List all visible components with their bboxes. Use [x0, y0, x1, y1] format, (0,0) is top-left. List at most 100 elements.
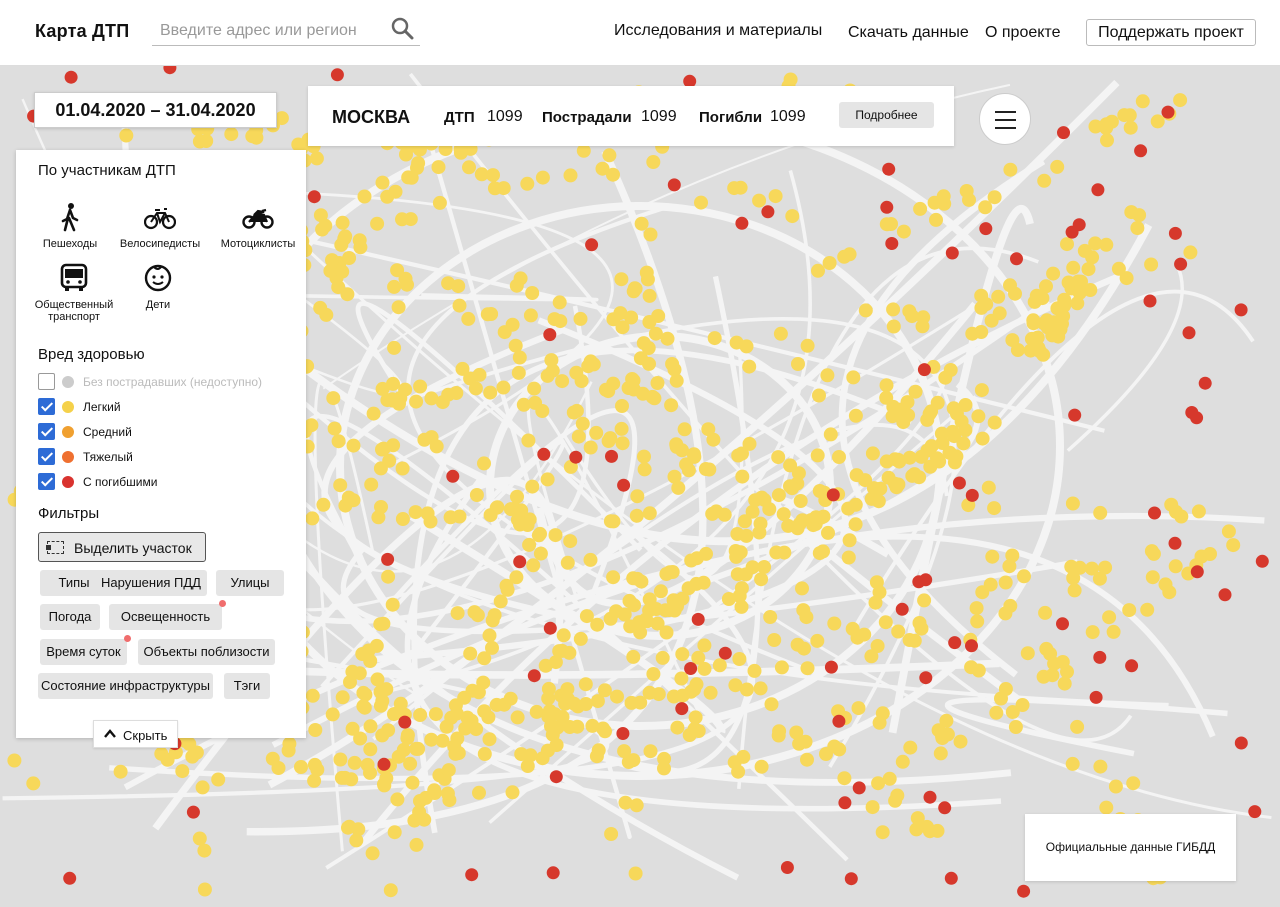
accident-marker[interactable]: [739, 339, 754, 354]
accident-marker[interactable]: [764, 697, 779, 712]
accident-marker[interactable]: [703, 685, 718, 700]
fatal-accident-marker[interactable]: [923, 790, 937, 804]
accident-marker[interactable]: [771, 728, 786, 743]
accident-marker[interactable]: [671, 480, 686, 495]
accident-marker[interactable]: [752, 193, 767, 208]
accident-marker[interactable]: [1065, 496, 1080, 511]
fatal-accident-marker[interactable]: [917, 363, 931, 377]
accident-marker[interactable]: [334, 770, 349, 785]
accident-marker[interactable]: [1226, 538, 1241, 553]
accident-marker[interactable]: [400, 277, 414, 292]
accident-marker[interactable]: [670, 599, 684, 614]
filter-chip-tags[interactable]: Тэги: [224, 673, 270, 699]
accident-marker[interactable]: [569, 365, 584, 380]
accident-marker[interactable]: [514, 747, 529, 762]
accident-marker[interactable]: [496, 380, 511, 395]
accident-marker[interactable]: [575, 416, 590, 431]
accident-marker[interactable]: [1093, 505, 1108, 520]
accident-marker[interactable]: [637, 462, 652, 477]
accident-marker[interactable]: [545, 363, 560, 378]
search-icon[interactable]: [390, 16, 414, 40]
accident-marker[interactable]: [435, 395, 450, 410]
accident-marker[interactable]: [589, 425, 604, 440]
fatal-accident-marker[interactable]: [718, 646, 732, 660]
accident-marker[interactable]: [974, 288, 989, 303]
harm-checkbox[interactable]: [38, 398, 55, 415]
accident-marker[interactable]: [930, 395, 945, 410]
fatal-accident-marker[interactable]: [377, 757, 391, 771]
fatal-accident-marker[interactable]: [330, 68, 344, 82]
accident-marker[interactable]: [858, 303, 873, 318]
fatal-accident-marker[interactable]: [543, 328, 557, 342]
accident-marker[interactable]: [886, 302, 901, 317]
fatal-accident-marker[interactable]: [1218, 588, 1232, 602]
fatal-accident-marker[interactable]: [1168, 536, 1182, 550]
fatal-accident-marker[interactable]: [1017, 884, 1031, 898]
accident-marker[interactable]: [1124, 205, 1139, 220]
accident-marker[interactable]: [983, 577, 998, 592]
fatal-accident-marker[interactable]: [307, 190, 321, 204]
accident-marker[interactable]: [615, 436, 630, 451]
accident-marker[interactable]: [1005, 333, 1020, 348]
accident-marker[interactable]: [377, 777, 391, 792]
accident-marker[interactable]: [832, 450, 846, 464]
accident-marker[interactable]: [734, 581, 749, 596]
accident-marker[interactable]: [1168, 559, 1183, 574]
accident-marker[interactable]: [560, 555, 575, 570]
accident-marker[interactable]: [490, 500, 505, 515]
harm-checkbox[interactable]: [38, 473, 55, 490]
accident-marker[interactable]: [388, 184, 403, 199]
accident-marker[interactable]: [910, 811, 925, 826]
hide-panel-button[interactable]: Скрыть: [93, 720, 178, 748]
accident-marker[interactable]: [902, 633, 917, 647]
accident-marker[interactable]: [857, 627, 872, 642]
accident-marker[interactable]: [735, 446, 749, 461]
accident-marker[interactable]: [637, 449, 651, 464]
filter-chip-violations[interactable]: Нарушения ПДД: [95, 570, 207, 596]
accident-marker[interactable]: [382, 453, 397, 468]
accident-marker[interactable]: [560, 682, 575, 697]
accident-marker[interactable]: [500, 582, 515, 597]
accident-marker[interactable]: [669, 439, 684, 454]
accident-marker[interactable]: [346, 438, 361, 453]
accident-marker[interactable]: [602, 148, 617, 163]
accident-marker[interactable]: [767, 633, 782, 647]
fatal-accident-marker[interactable]: [1065, 225, 1079, 239]
accident-marker[interactable]: [697, 638, 712, 653]
accident-marker[interactable]: [570, 719, 585, 734]
accident-marker[interactable]: [1047, 656, 1062, 671]
fatal-accident-marker[interactable]: [616, 727, 630, 740]
accident-marker[interactable]: [452, 509, 467, 524]
accident-marker[interactable]: [387, 825, 402, 840]
accident-marker[interactable]: [197, 882, 212, 897]
fatal-accident-marker[interactable]: [684, 662, 698, 675]
accident-marker[interactable]: [313, 300, 328, 315]
accident-marker[interactable]: [364, 477, 379, 492]
accident-marker[interactable]: [929, 212, 943, 227]
accident-marker[interactable]: [891, 477, 906, 492]
accident-marker[interactable]: [886, 319, 901, 334]
accident-marker[interactable]: [981, 480, 996, 495]
accident-marker[interactable]: [913, 201, 928, 216]
accident-marker[interactable]: [684, 553, 699, 568]
accident-marker[interactable]: [1169, 504, 1183, 519]
accident-marker[interactable]: [573, 631, 588, 646]
fatal-accident-marker[interactable]: [1190, 565, 1204, 579]
accident-marker[interactable]: [1031, 340, 1046, 355]
accident-marker[interactable]: [930, 823, 945, 838]
accident-marker[interactable]: [566, 405, 581, 420]
fatal-accident-marker[interactable]: [691, 612, 705, 626]
accident-marker[interactable]: [1130, 221, 1145, 235]
accident-marker[interactable]: [931, 723, 946, 738]
participant-cyclists[interactable]: Велосипедисты: [112, 202, 208, 250]
accident-marker[interactable]: [462, 160, 476, 175]
fatal-accident-marker[interactable]: [1068, 408, 1082, 422]
fatal-accident-marker[interactable]: [824, 660, 838, 674]
search-input[interactable]: [160, 20, 380, 42]
accident-marker[interactable]: [470, 608, 485, 623]
accident-marker[interactable]: [627, 281, 642, 296]
accident-marker[interactable]: [958, 398, 973, 412]
accident-marker[interactable]: [345, 721, 360, 736]
accident-marker[interactable]: [282, 736, 297, 751]
accident-marker[interactable]: [626, 649, 641, 664]
